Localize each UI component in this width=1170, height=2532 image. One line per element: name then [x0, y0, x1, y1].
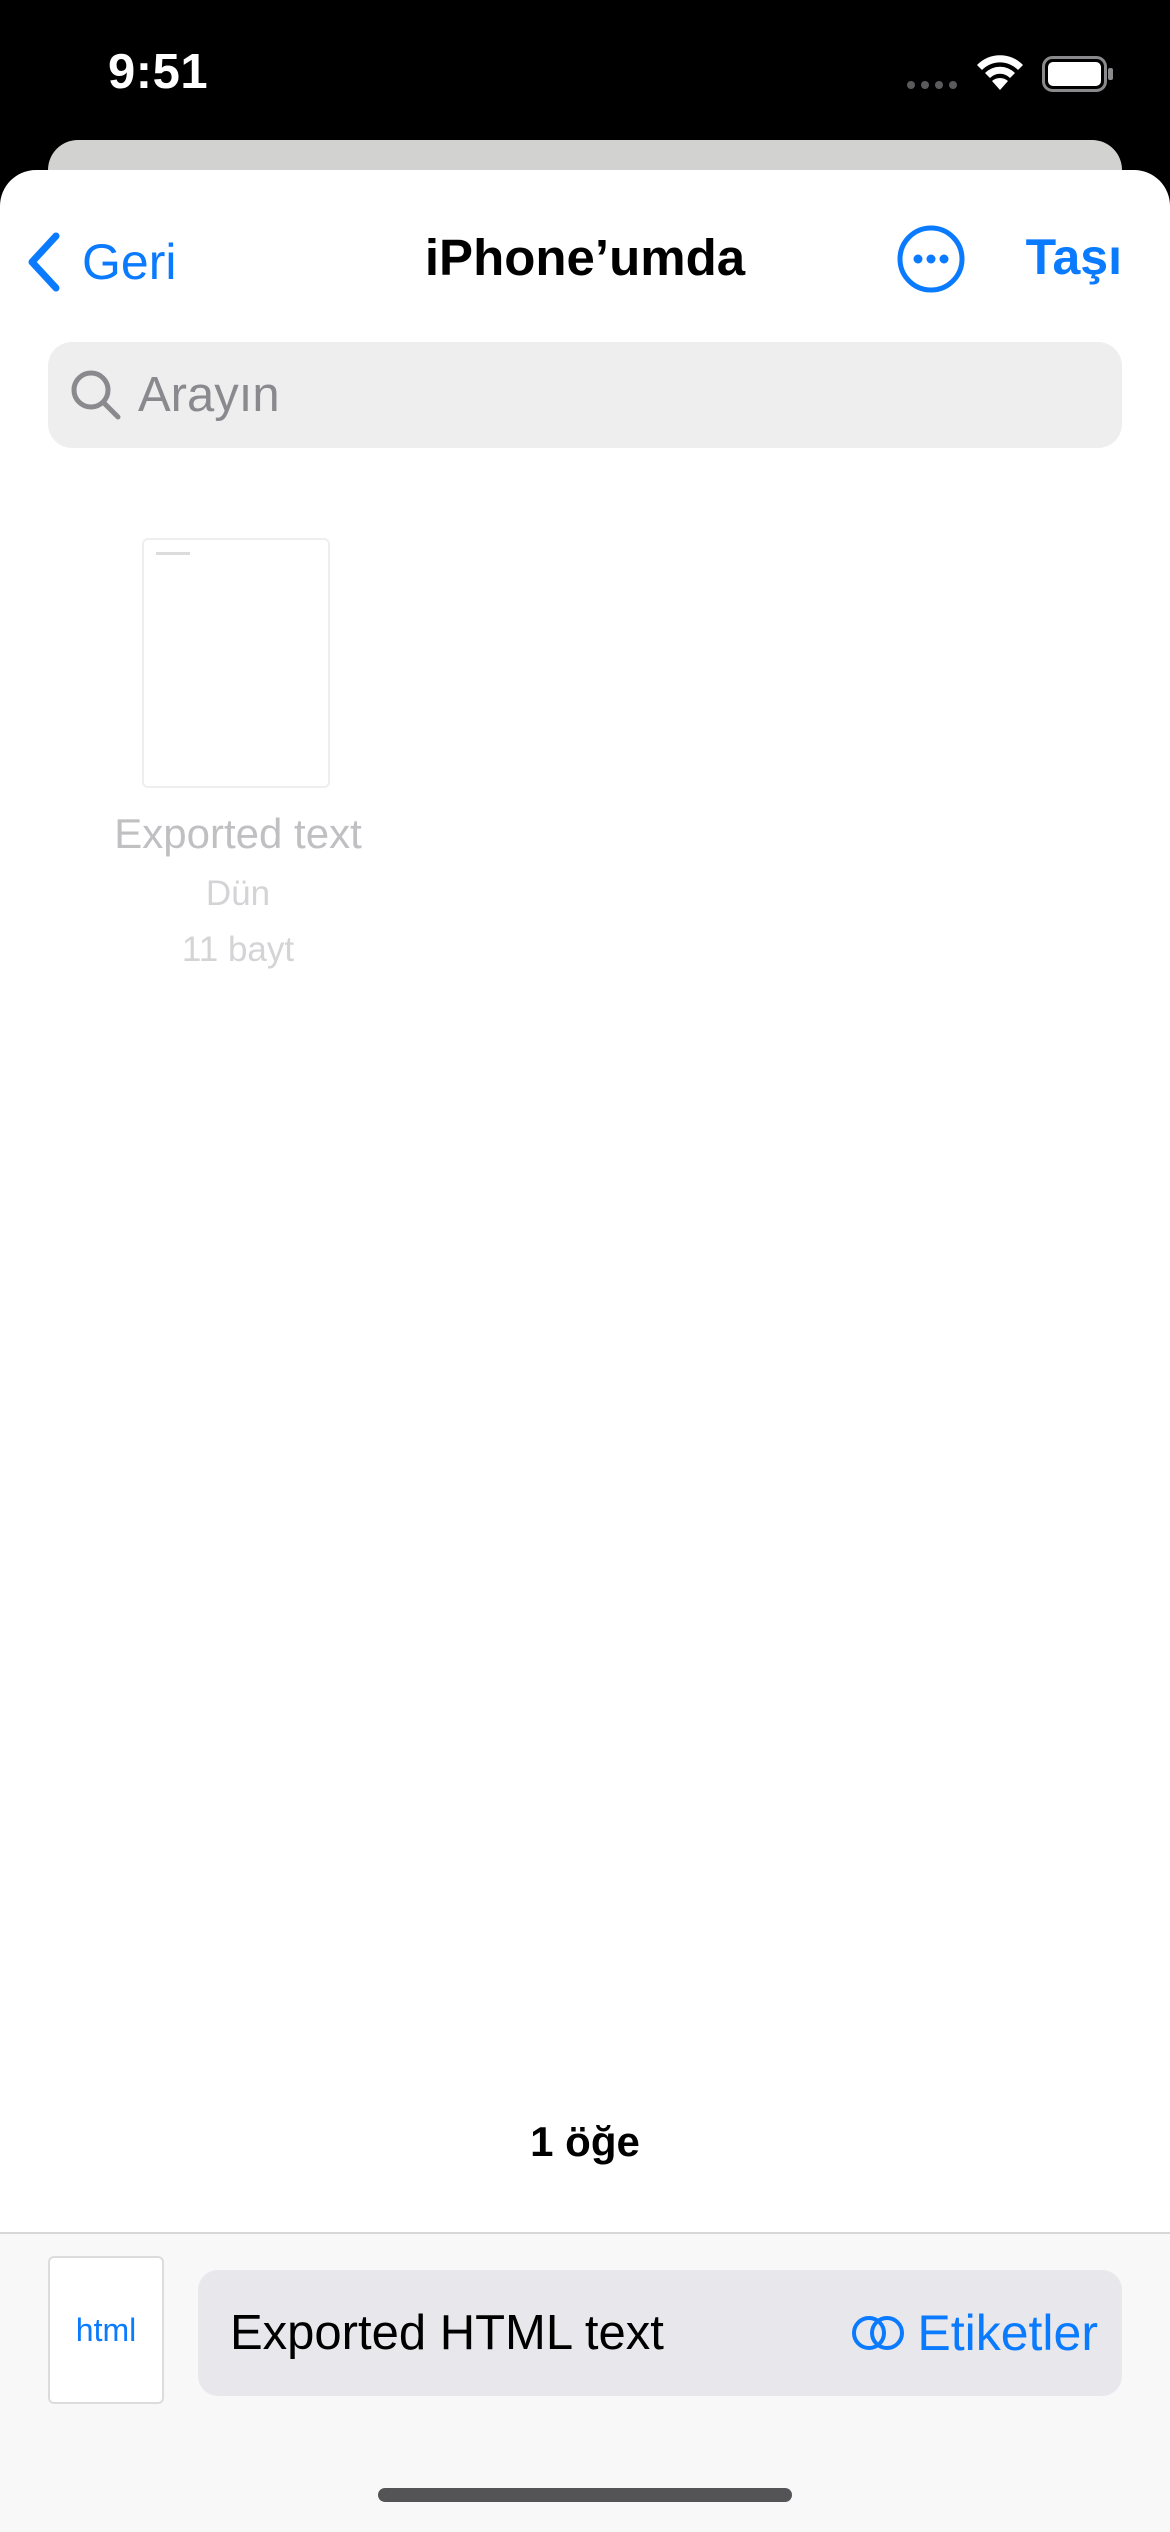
navigation-bar: Geri iPhone’umda Taşı: [0, 170, 1170, 340]
search-input[interactable]: [138, 367, 1098, 423]
search-bar[interactable]: [48, 342, 1122, 448]
screen: 9:51 Geri iPhone’umda Taşı Arayın Export…: [0, 0, 1170, 2532]
home-indicator[interactable]: [378, 2488, 792, 2502]
status-time: 9:51: [108, 45, 209, 99]
tags-button[interactable]: Etiketler: [851, 2270, 1098, 2396]
search-icon: [71, 370, 121, 420]
thumbnail-text-line: [156, 552, 190, 555]
page-title: iPhone’umda: [424, 229, 746, 286]
tags-label: Etiketler: [917, 2305, 1098, 2361]
item-count: 1 öğe: [530, 2118, 640, 2165]
file-type-label: html: [75, 2311, 137, 2348]
file-picker-sheet: Geri iPhone’umda Taşı Exported text: [0, 170, 1170, 2532]
save-panel: html Etiketler: [0, 2232, 1170, 2532]
move-button[interactable]: Taşı: [1026, 228, 1122, 286]
wifi-icon: [977, 55, 1023, 90]
file-thumbnail: [142, 538, 330, 788]
file-name: Exported text: [114, 810, 362, 857]
filename-field[interactable]: Etiketler: [198, 2270, 1122, 2396]
file-size: 11 bayt: [181, 930, 295, 969]
ellipsis-circle-icon[interactable]: [896, 224, 966, 294]
file-type-thumbnail: html: [48, 2256, 164, 2404]
filename-input[interactable]: [230, 2270, 790, 2396]
file-date: Dün: [205, 874, 271, 913]
status-bar: 9:51: [0, 0, 1170, 150]
cellular-signal-icon: [907, 81, 957, 89]
battery-icon: [1042, 56, 1113, 92]
tag-circles-icon: [852, 2316, 905, 2350]
